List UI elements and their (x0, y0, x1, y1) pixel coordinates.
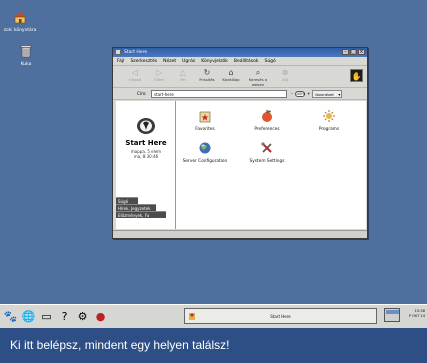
caption: Ki itt belépsz, mindent egy helyen talál… (0, 328, 427, 363)
web-search-icon: ⌕ (255, 68, 261, 77)
zoom-out-button[interactable]: – (291, 91, 293, 96)
menu-bookmarks[interactable]: Könyvjelzők (201, 57, 228, 65)
menu-file[interactable]: Fájl (117, 57, 124, 65)
sidebar-info: mappa, 5 elem ma, 8:30:46 (116, 149, 176, 159)
desktop-icon-label: zolc könyvtára (3, 27, 37, 33)
settings-icon[interactable]: ⚙ (75, 309, 90, 324)
reload-button[interactable]: ↻ Frissítés (195, 68, 219, 82)
zoom-control: – 100% + (291, 90, 310, 97)
system-settings-icon (261, 142, 272, 153)
home-label: Kezdőlap (222, 77, 240, 82)
up-arrow-icon: △ (179, 68, 187, 77)
stop-icon: ⊗ (281, 68, 289, 77)
item-label: Server Configuration (182, 159, 228, 164)
redhat-icon[interactable]: ● (93, 309, 108, 324)
maximize-button[interactable]: □ (350, 49, 357, 55)
sidebar-tab-news[interactable]: Hírek, Jegyzetek (116, 204, 156, 211)
taskbar-button-start-here[interactable]: Start Here (184, 308, 377, 324)
sidebar: Start Here mappa, 5 elem ma, 8:30:46 Súg… (116, 101, 176, 229)
gnome-throbber-icon: ✋ (350, 69, 363, 82)
preferences-icon (262, 110, 272, 122)
taskbar-button-label: Start Here (270, 314, 291, 319)
panel-clock[interactable]: 15:38 P OKT 24 (403, 309, 427, 318)
gnome-foot-icon[interactable]: 🐾 (3, 309, 18, 324)
desktop-icon-home[interactable]: zolc könyvtára (0, 10, 40, 34)
menu-preferences[interactable]: Beállítások (234, 57, 259, 65)
desktop-icon-trash[interactable]: Kuka (6, 44, 46, 68)
minimize-button[interactable]: – (342, 49, 349, 55)
toolbar: ◁ Vissza ▷ Előre △ Fel ↻ Frissítés ⌂ Kez… (113, 66, 367, 88)
forward-arrow-icon: ▷ (155, 68, 163, 77)
close-button[interactable]: × (358, 49, 365, 55)
zoom-level[interactable]: 100% (295, 90, 305, 97)
home-icon: ⌂ (228, 68, 234, 77)
trash-icon (20, 45, 32, 58)
icon-view: Favorites Preferences Programs Server Co… (176, 101, 366, 229)
view-as-select[interactable]: Ikonnézet (312, 89, 343, 98)
sidebar-tab-history[interactable]: Előzmények, Fa (116, 211, 166, 218)
item-label: Programs (318, 127, 340, 132)
sidebar-title: Start Here (125, 139, 167, 147)
stop-button[interactable]: ⊗ Állj (273, 68, 297, 82)
location-label: Cím: (137, 91, 147, 96)
forward-label: Előre (154, 77, 164, 82)
back-arrow-icon: ◁ (131, 68, 139, 77)
up-button[interactable]: △ Fel (171, 68, 195, 82)
stop-label: Állj (282, 77, 288, 82)
server-config-icon (199, 142, 211, 154)
menu-help[interactable]: Súgó (264, 57, 275, 65)
start-here-icon (137, 118, 155, 134)
terminal-icon[interactable]: ▭ (39, 309, 54, 324)
back-label: Vissza (129, 77, 141, 82)
status-bar (113, 230, 367, 238)
gnome-panel: 🐾 🌐 ▭ ? ⚙ ● Start Here 15:38 P OKT 24 (0, 304, 427, 328)
start-here-task-icon (189, 313, 195, 320)
window-body: Start Here mappa, 5 elem ma, 8:30:46 Súg… (113, 101, 367, 238)
menu-go[interactable]: Ugrás (182, 57, 195, 65)
item-label: System Settings (249, 159, 285, 164)
menu-edit[interactable]: Szerkesztés (130, 57, 157, 65)
forward-button[interactable]: ▷ Előre (147, 68, 171, 82)
item-server-configuration[interactable]: Server Configuration (182, 141, 228, 164)
home-button[interactable]: ⌂ Kezdőlap (219, 68, 243, 82)
help-icon[interactable]: ? (57, 309, 72, 324)
zoom-in-button[interactable]: + (307, 91, 310, 96)
item-preferences[interactable]: Preferences (244, 109, 290, 132)
reload-label: Frissítés (199, 77, 215, 82)
web-search-button[interactable]: ⌕ Keresés a weben (243, 68, 273, 87)
item-programs[interactable]: Programs (306, 109, 352, 132)
favorites-icon (199, 111, 211, 123)
programs-icon (323, 110, 335, 122)
web-search-label: Keresés a weben (248, 77, 268, 87)
item-favorites[interactable]: Favorites (182, 109, 228, 132)
location-bar: Cím: start-here – 100% + Ikonnézet (113, 88, 367, 100)
up-label: Fel (180, 77, 186, 82)
item-label: Favorites (195, 127, 215, 132)
back-button[interactable]: ◁ Vissza (123, 68, 147, 82)
sidebar-tab-help[interactable]: Súgó (116, 197, 138, 204)
sidebar-info-date: ma, 8:30:46 (133, 154, 159, 160)
window-title: Start Here (124, 50, 148, 55)
window-menu-icon[interactable] (115, 49, 121, 55)
desktop-icon-label: Kuka (20, 61, 32, 67)
mozilla-icon[interactable]: 🌐 (21, 309, 36, 324)
file-manager-window: Start Here – □ × Fájl Szerkesztés Nézet … (112, 47, 368, 239)
reload-icon: ↻ (203, 68, 211, 77)
window-titlebar[interactable]: Start Here – □ × (113, 48, 367, 57)
clock-date: P OKT 24 (408, 313, 425, 318)
home-folder-icon (14, 12, 26, 24)
sidebar-tabs: Súgó Hírek, Jegyzetek Előzmények, Fa (116, 197, 176, 218)
desktop: zolc könyvtára Kuka Start Here – □ × Fáj… (0, 0, 427, 304)
menubar: Fájl Szerkesztés Nézet Ugrás Könyvjelzők… (113, 57, 367, 66)
location-input[interactable]: start-here (151, 89, 287, 98)
workspace-pager[interactable] (384, 308, 400, 322)
item-system-settings[interactable]: System Settings (244, 141, 290, 164)
item-label: Preferences (254, 127, 280, 132)
menu-view[interactable]: Nézet (163, 57, 176, 65)
